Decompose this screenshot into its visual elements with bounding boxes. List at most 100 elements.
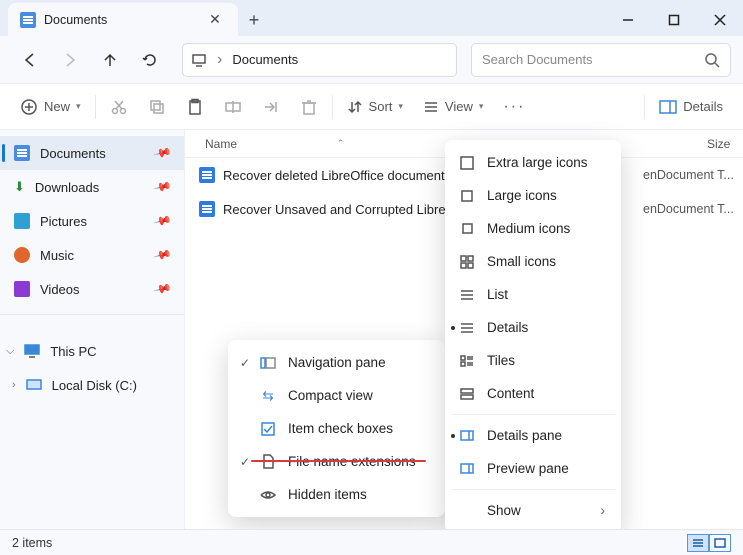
new-button[interactable]: New ▾ bbox=[10, 90, 91, 124]
music-icon bbox=[14, 247, 30, 263]
search-icon bbox=[704, 52, 720, 68]
navigation-pane-icon bbox=[260, 355, 276, 371]
sort-label: Sort bbox=[369, 99, 393, 114]
menu-item-small-icons[interactable]: Small icons bbox=[445, 245, 621, 278]
menu-separator bbox=[451, 489, 615, 490]
menu-label: Item check boxes bbox=[268, 421, 393, 436]
menu-item-details[interactable]: Details bbox=[445, 311, 621, 344]
details-pane-icon bbox=[459, 428, 475, 444]
details-icon bbox=[459, 320, 475, 336]
copy-button[interactable] bbox=[138, 90, 176, 124]
sidebar-item-music[interactable]: Music 📌 bbox=[0, 238, 184, 272]
large-icons-icon bbox=[459, 188, 475, 204]
forward-button[interactable] bbox=[52, 43, 88, 77]
details-pane-button[interactable]: Details bbox=[649, 90, 733, 124]
sidebar-item-downloads[interactable]: ⬇ Downloads 📌 bbox=[0, 170, 184, 204]
address-bar[interactable]: › Documents bbox=[182, 43, 457, 77]
delete-button[interactable] bbox=[290, 90, 328, 124]
chevron-down-icon: ▾ bbox=[479, 101, 484, 112]
close-window-button[interactable] bbox=[697, 4, 743, 36]
sort-asc-icon: ⌃ bbox=[337, 138, 345, 149]
sidebar-item-label: Documents bbox=[40, 146, 106, 161]
menu-separator bbox=[451, 414, 615, 415]
search-box[interactable] bbox=[471, 43, 731, 77]
column-type-header[interactable]: e bbox=[607, 137, 707, 151]
chevron-right-icon: › bbox=[601, 503, 606, 518]
up-button[interactable] bbox=[92, 43, 128, 77]
small-icons-icon bbox=[459, 254, 475, 270]
menu-item-preview-pane[interactable]: Preview pane bbox=[445, 452, 621, 485]
eye-icon bbox=[260, 487, 276, 503]
menu-item-hidden-items[interactable]: Hidden items bbox=[228, 478, 445, 511]
menu-item-tiles[interactable]: Tiles bbox=[445, 344, 621, 377]
status-bar: 2 items bbox=[0, 529, 743, 555]
view-menu: Extra large icons Large icons Medium ico… bbox=[445, 140, 621, 533]
divider bbox=[332, 95, 333, 119]
pin-icon: 📌 bbox=[153, 177, 173, 197]
navbar: › Documents bbox=[0, 36, 743, 84]
close-tab-icon[interactable]: ✕ bbox=[204, 9, 226, 31]
search-input[interactable] bbox=[482, 52, 704, 67]
back-button[interactable] bbox=[12, 43, 48, 77]
pin-icon: 📌 bbox=[153, 143, 173, 163]
sidebar-item-documents[interactable]: Documents 📌 bbox=[0, 136, 184, 170]
cut-button[interactable] bbox=[100, 90, 138, 124]
pin-icon: 📌 bbox=[153, 245, 173, 265]
document-icon bbox=[199, 201, 215, 217]
checkbox-icon bbox=[260, 421, 276, 437]
rename-button[interactable] bbox=[214, 90, 252, 124]
extra-large-icons-icon bbox=[459, 155, 475, 171]
sort-button[interactable]: Sort ▾ bbox=[337, 90, 413, 124]
pictures-icon bbox=[14, 213, 30, 229]
preview-pane-icon bbox=[459, 461, 475, 477]
menu-label: Medium icons bbox=[487, 221, 570, 236]
chevron-down-icon: ▾ bbox=[76, 101, 81, 112]
refresh-button[interactable] bbox=[132, 43, 168, 77]
menu-item-list[interactable]: List bbox=[445, 278, 621, 311]
tiles-icon bbox=[459, 353, 475, 369]
details-view-toggle[interactable] bbox=[687, 534, 709, 552]
view-button[interactable]: View ▾ bbox=[413, 90, 493, 124]
window-tab[interactable]: Documents ✕ bbox=[8, 3, 238, 36]
menu-label: Details bbox=[487, 320, 528, 335]
menu-item-details-pane[interactable]: Details pane bbox=[445, 419, 621, 452]
menu-item-extra-large-icons[interactable]: Extra large icons bbox=[445, 146, 621, 179]
share-button[interactable] bbox=[252, 90, 290, 124]
sidebar-item-label: This PC bbox=[50, 344, 96, 359]
menu-label: Preview pane bbox=[487, 461, 569, 476]
menu-item-compact-view[interactable]: ⇆ Compact view bbox=[228, 379, 445, 412]
annotation-underline bbox=[251, 460, 426, 462]
minimize-button[interactable] bbox=[605, 4, 651, 36]
maximize-button[interactable] bbox=[651, 4, 697, 36]
chevron-down-icon: ▾ bbox=[398, 101, 403, 112]
menu-item-medium-icons[interactable]: Medium icons bbox=[445, 212, 621, 245]
menu-label: Tiles bbox=[487, 353, 515, 368]
sidebar-item-local-disk[interactable]: › Local Disk (C:) bbox=[0, 368, 184, 402]
download-icon: ⬇ bbox=[14, 179, 25, 195]
chevron-right-icon: › bbox=[12, 379, 16, 391]
sidebar-item-videos[interactable]: Videos 📌 bbox=[0, 272, 184, 306]
menu-label: Compact view bbox=[268, 388, 373, 403]
breadcrumb[interactable]: Documents bbox=[232, 52, 298, 67]
sidebar-item-label: Pictures bbox=[40, 214, 87, 229]
sidebar-item-this-pc[interactable]: ⌵ This PC bbox=[0, 334, 184, 368]
selected-dot-icon bbox=[451, 326, 455, 330]
chevron-down-icon: ⌵ bbox=[6, 345, 14, 358]
check-icon: ✓ bbox=[240, 455, 250, 469]
monitor-icon bbox=[24, 343, 40, 359]
menu-item-show[interactable]: Show› bbox=[445, 494, 621, 527]
menu-item-content[interactable]: Content bbox=[445, 377, 621, 410]
more-button[interactable]: ··· bbox=[493, 90, 535, 124]
menu-label: Hidden items bbox=[268, 487, 367, 502]
menu-item-large-icons[interactable]: Large icons bbox=[445, 179, 621, 212]
sidebar-item-label: Local Disk (C:) bbox=[52, 378, 137, 393]
menu-item-item-checkboxes[interactable]: Item check boxes bbox=[228, 412, 445, 445]
divider bbox=[644, 95, 645, 119]
thumbnails-view-toggle[interactable] bbox=[709, 534, 731, 552]
new-tab-button[interactable]: + bbox=[238, 4, 270, 36]
column-size-header[interactable]: Size bbox=[707, 137, 743, 151]
sidebar-item-label: Downloads bbox=[35, 180, 99, 195]
menu-item-navigation-pane[interactable]: ✓ Navigation pane bbox=[228, 346, 445, 379]
sidebar-item-pictures[interactable]: Pictures 📌 bbox=[0, 204, 184, 238]
paste-button[interactable] bbox=[176, 90, 214, 124]
